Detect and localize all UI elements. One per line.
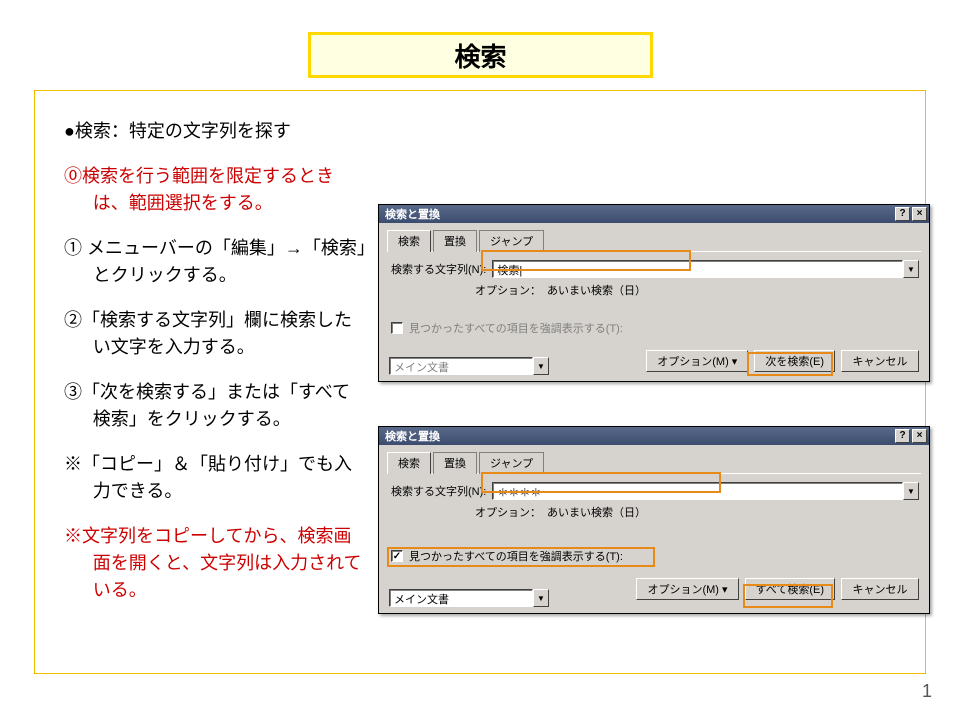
- search-input[interactable]: ＊＊＊＊: [492, 482, 903, 500]
- page-number: 1: [922, 681, 932, 702]
- cancel-button[interactable]: キャンセル: [841, 578, 919, 600]
- scope-combo[interactable]: メイン文書 ▼: [389, 357, 549, 375]
- tab-replace[interactable]: 置換: [433, 230, 477, 252]
- tab-search[interactable]: 検索: [387, 452, 431, 474]
- instructions: ●検索：特定の文字列を探す ⓪検索を行う範囲を限定するときは、範囲選択をする。 …: [64, 118, 366, 622]
- banner-title: 検索: [454, 37, 506, 74]
- close-button[interactable]: ×: [912, 207, 927, 221]
- highlight-label: 見つかったすべての項目を強調表示する(T):: [409, 548, 623, 564]
- chevron-down-icon: ▼: [537, 362, 545, 371]
- inst-step2: ②「検索する文字列」欄に検索したい文字を入力する。: [64, 307, 366, 361]
- tab-search[interactable]: 検索: [387, 230, 431, 252]
- titlebar[interactable]: 検索と置換 ? ×: [379, 205, 929, 223]
- chevron-down-icon: ▼: [907, 265, 915, 274]
- find-replace-dialog-2: 検索と置換 ? × 検索 置換 ジャンプ 検索する文字列(N): ＊＊＊＊ ▼ …: [378, 426, 930, 614]
- tab-jump[interactable]: ジャンプ: [479, 230, 544, 252]
- cancel-button[interactable]: キャンセル: [841, 350, 919, 372]
- inst-step1: ① メニューバーの「編集」→「検索」とクリックする。: [64, 235, 366, 289]
- highlight-checkbox[interactable]: ✓: [391, 550, 403, 562]
- find-next-button[interactable]: 次を検索(E): [754, 350, 835, 372]
- search-label: 検索する文字列(N):: [391, 261, 486, 277]
- option-line-value: あいまい検索（日）: [547, 504, 646, 520]
- options-button[interactable]: オプション(M) ▾: [636, 578, 738, 600]
- find-all-button[interactable]: すべて検索(E): [745, 578, 835, 600]
- inst-heading: ●検索：特定の文字列を探す: [64, 118, 366, 145]
- chevron-down-icon: ▼: [537, 594, 545, 603]
- dialog-title: 検索と置換: [385, 206, 440, 222]
- option-line-label: オプション：: [475, 282, 541, 298]
- dialog-title: 検索と置換: [385, 428, 440, 444]
- find-replace-dialog-1: 検索と置換 ? × 検索 置換 ジャンプ 検索する文字列(N): 検索| ▼ オ…: [378, 204, 930, 382]
- tab-replace[interactable]: 置換: [433, 452, 477, 474]
- inst-step3: ③「次を検索する」または「すべて検索」をクリックする。: [64, 379, 366, 433]
- highlight-checkbox[interactable]: [391, 322, 403, 334]
- titlebar[interactable]: 検索と置換 ? ×: [379, 427, 929, 445]
- option-line-value: あいまい検索（日）: [547, 282, 646, 298]
- options-button[interactable]: オプション(M) ▾: [646, 350, 748, 372]
- inst-note1: ※「コピー」＆「貼り付け」でも入力できる。: [64, 451, 366, 505]
- close-button[interactable]: ×: [912, 429, 927, 443]
- option-line-label: オプション：: [475, 504, 541, 520]
- inst-note2: ※文字列をコピーしてから、検索画面を開くと、文字列は入力されている。: [64, 523, 366, 604]
- search-dropdown-button[interactable]: ▼: [903, 260, 919, 278]
- chevron-down-icon: ▼: [907, 487, 915, 496]
- help-button[interactable]: ?: [895, 429, 910, 443]
- inst-step0: ⓪検索を行う範囲を限定するときは、範囲選択をする。: [64, 163, 366, 217]
- scope-dropdown-button[interactable]: ▼: [533, 589, 549, 607]
- tab-jump[interactable]: ジャンプ: [479, 452, 544, 474]
- search-label: 検索する文字列(N):: [391, 483, 486, 499]
- search-input[interactable]: 検索|: [492, 260, 903, 278]
- page-banner: 検索: [308, 32, 653, 78]
- help-button[interactable]: ?: [895, 207, 910, 221]
- scope-combo[interactable]: メイン文書 ▼: [389, 589, 549, 607]
- highlight-label: 見つかったすべての項目を強調表示する(T):: [409, 320, 623, 336]
- search-dropdown-button[interactable]: ▼: [903, 482, 919, 500]
- scope-dropdown-button[interactable]: ▼: [533, 357, 549, 375]
